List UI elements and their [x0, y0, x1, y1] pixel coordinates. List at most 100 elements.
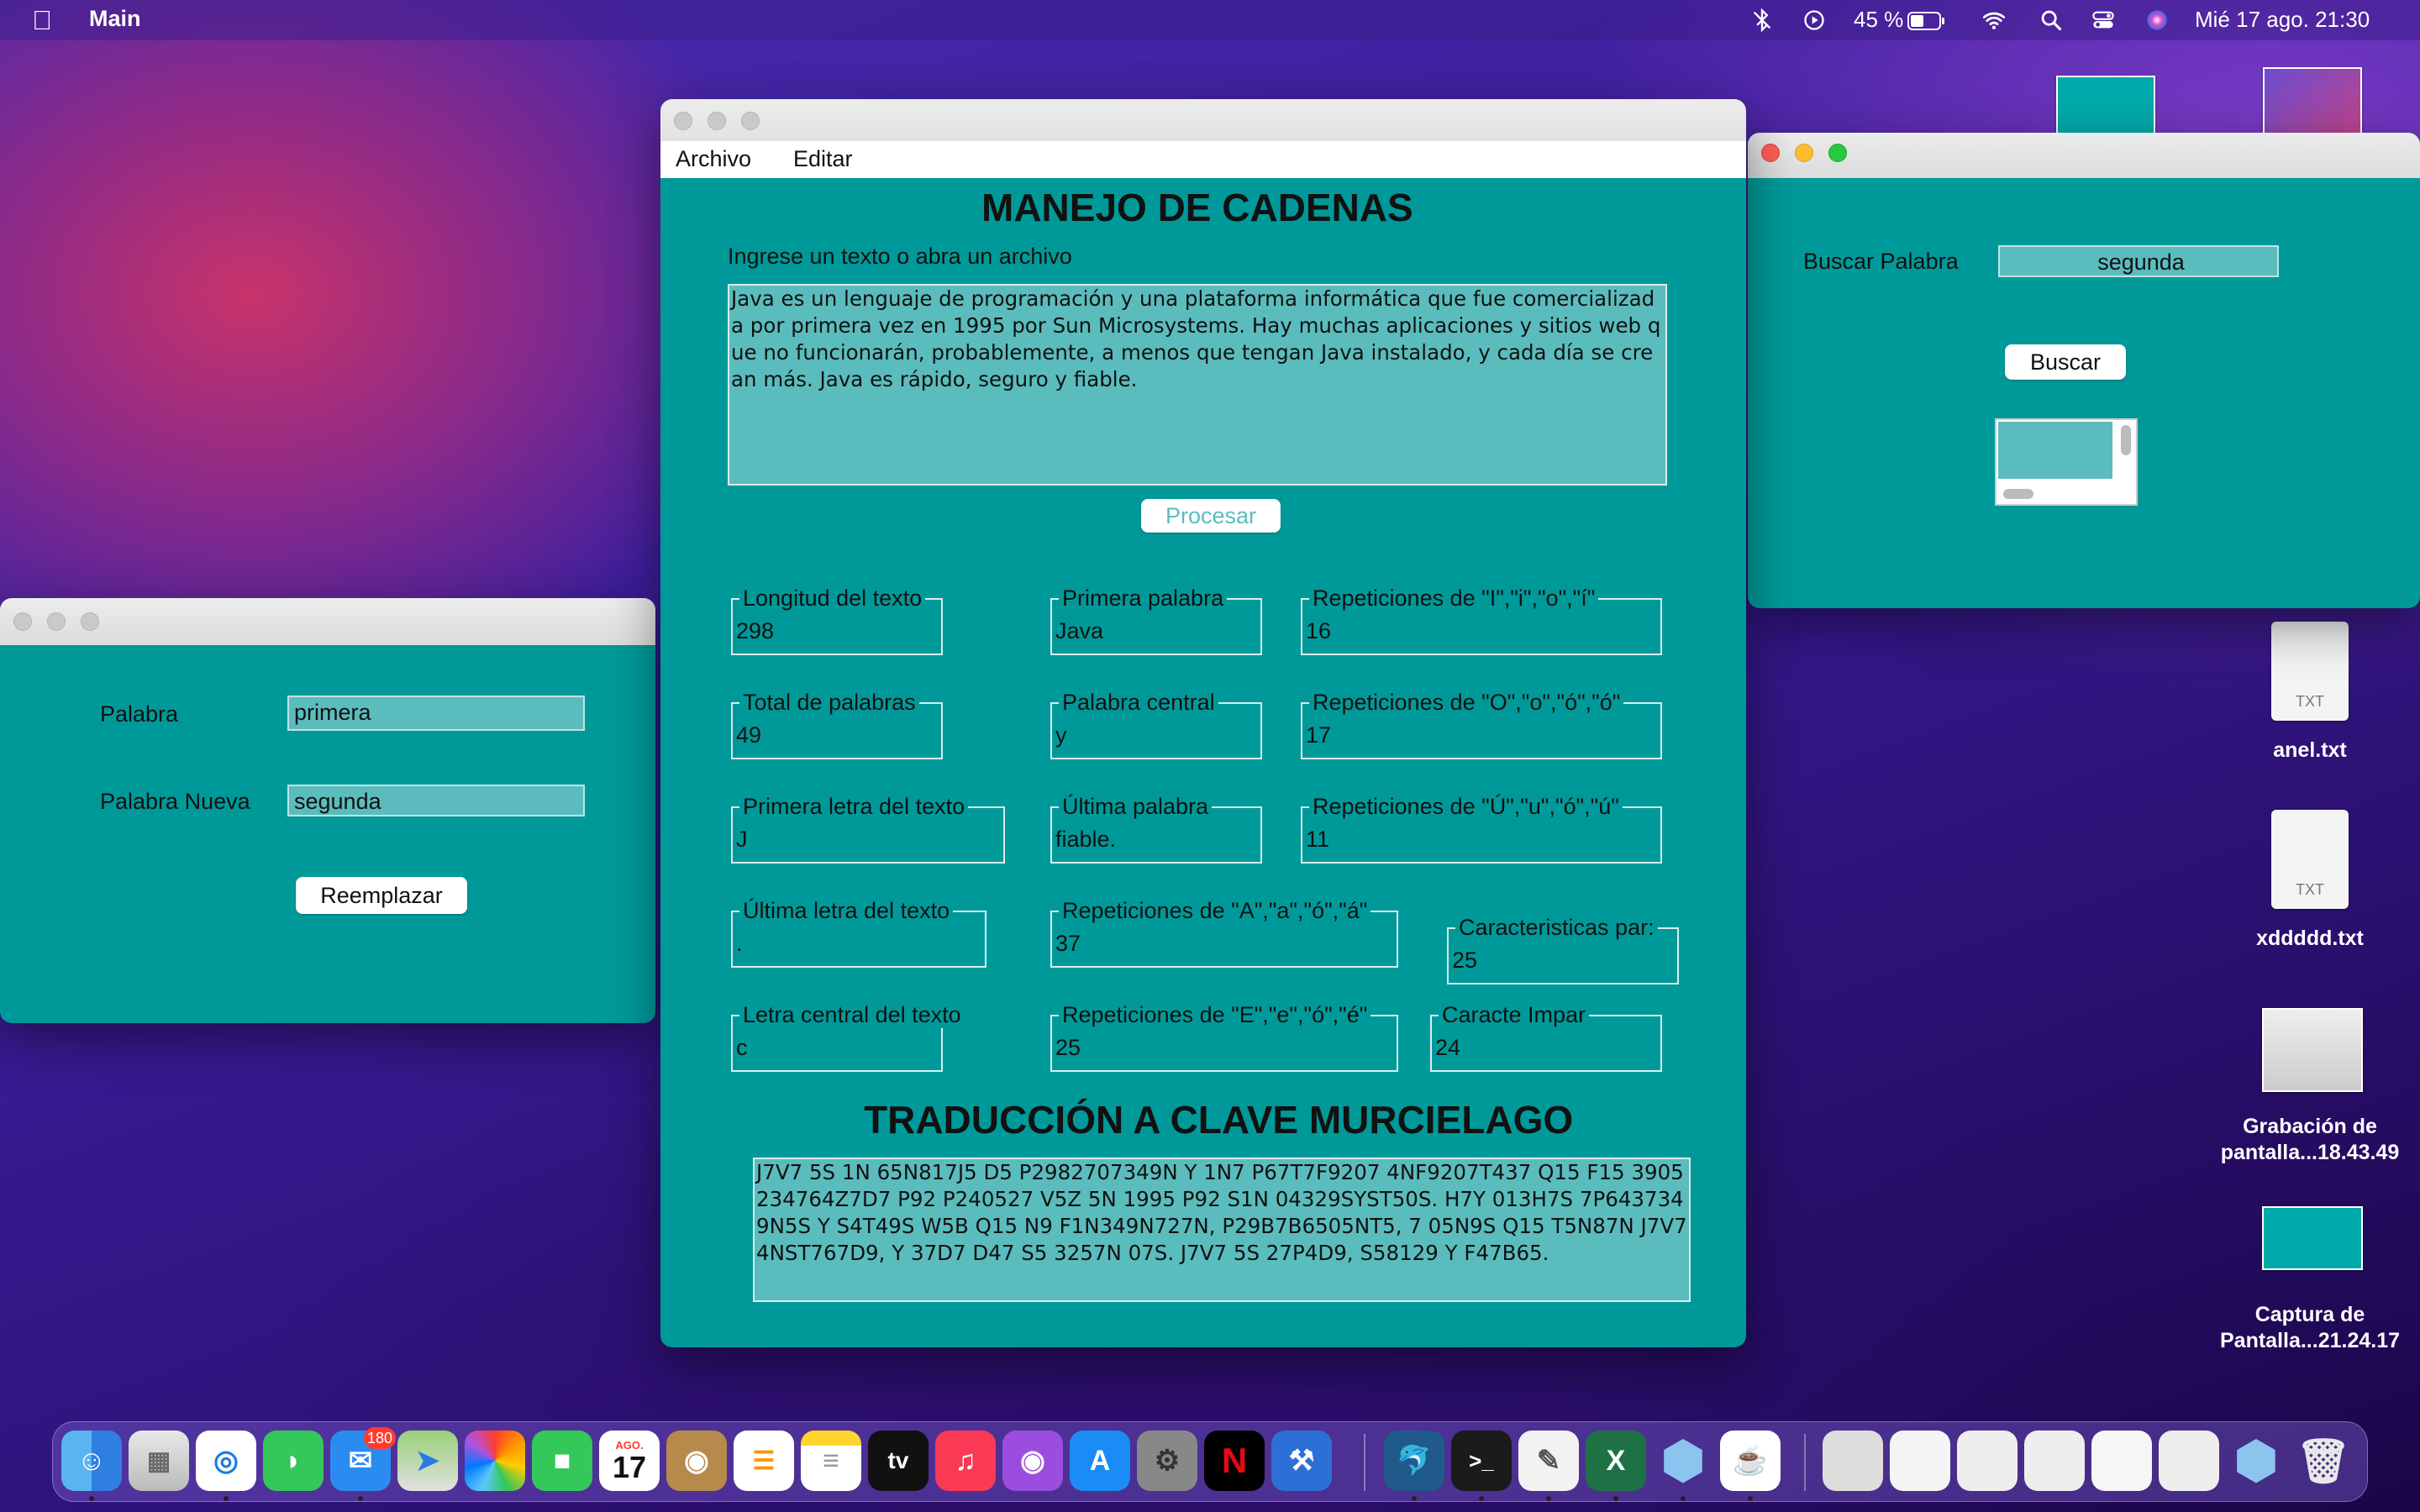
zoom-button[interactable]: [1828, 144, 1847, 162]
wifi-icon[interactable]: [1981, 8, 2007, 32]
replace-button[interactable]: Reemplazar: [296, 877, 467, 914]
stat-a-repetitions: Repeticiones de "A","a","ó","á" 37: [1050, 898, 1398, 968]
process-button[interactable]: Procesar: [1141, 499, 1281, 533]
music-icon[interactable]: ♫: [935, 1431, 996, 1491]
horizontal-scrollbar[interactable]: [2003, 489, 2033, 499]
stat-central-word: Palabra central y: [1050, 690, 1262, 759]
close-button[interactable]: [1761, 144, 1780, 162]
stat-label: Repeticiones de "Ú","u","ó","ú": [1309, 794, 1623, 820]
apple-tv-icon[interactable]: tv: [868, 1431, 929, 1491]
new-word-input[interactable]: segunda: [287, 785, 585, 816]
trash-icon[interactable]: 🗑: [2293, 1431, 2354, 1491]
netbeans-icon[interactable]: ⬢: [1653, 1431, 1713, 1491]
mysql-workbench-icon[interactable]: 🐬: [1384, 1431, 1444, 1491]
clock[interactable]: Mié 17 ago. 21:30: [2195, 7, 2370, 33]
search-window: Buscar Palabra segunda Buscar: [1748, 133, 2420, 608]
translation-textarea[interactable]: J7V7 5S 1N 65N817J5 D5 P2982707349N Y 1N…: [753, 1158, 1691, 1302]
word-input[interactable]: primera: [287, 696, 585, 731]
netbeans-doc-icon[interactable]: ⬢: [2226, 1431, 2286, 1491]
main-window-titlebar[interactable]: [660, 99, 1746, 141]
recent-doc-thumb-icon[interactable]: [2024, 1431, 2085, 1491]
recent-doc-thumb-icon[interactable]: [1890, 1431, 1950, 1491]
now-playing-icon[interactable]: [1802, 8, 1827, 32]
close-button[interactable]: [13, 612, 32, 631]
launchpad-icon[interactable]: ▦: [129, 1431, 189, 1491]
stat-text-length: Longitud del texto 298: [731, 585, 943, 655]
desktop-file-anel-label[interactable]: anel.txt: [2202, 738, 2418, 764]
minimize-button[interactable]: [708, 112, 726, 130]
notes-icon[interactable]: ≡: [801, 1431, 861, 1491]
stat-value: Java: [1055, 618, 1104, 643]
zoom-button[interactable]: [741, 112, 760, 130]
app-store-icon[interactable]: A: [1070, 1431, 1130, 1491]
bluetooth-off-icon[interactable]: [1749, 8, 1775, 32]
stat-label: Repeticiones de "E","e","ó","é": [1059, 1002, 1371, 1028]
terminal-icon[interactable]: >_: [1451, 1431, 1512, 1491]
apple-menu-icon[interactable]: : [32, 5, 52, 36]
screenshot-file-icon[interactable]: [2262, 1206, 2363, 1270]
maps-icon[interactable]: ➤: [397, 1431, 458, 1491]
stat-label: Primera letra del texto: [739, 794, 969, 820]
app-name-menu[interactable]: Main: [89, 6, 141, 32]
video-file-icon[interactable]: [2262, 1008, 2363, 1092]
txt-file-icon[interactable]: TXT: [2271, 622, 2349, 721]
textedit-icon[interactable]: ✎: [1518, 1431, 1579, 1491]
stat-first-word: Primera palabra Java: [1050, 585, 1262, 655]
txt-file-icon[interactable]: TXT: [2271, 810, 2349, 909]
recent-doc-thumb-icon[interactable]: [2159, 1431, 2219, 1491]
siri-icon[interactable]: [2144, 8, 2170, 32]
battery-icon[interactable]: [1907, 11, 1946, 31]
new-word-label: Palabra Nueva: [100, 789, 250, 814]
java-icon[interactable]: ☕: [1720, 1431, 1781, 1491]
desktop-screenshot-thumb-top-2[interactable]: [2263, 67, 2362, 134]
search-window-titlebar[interactable]: [1748, 133, 2420, 178]
netflix-icon[interactable]: N: [1204, 1431, 1265, 1491]
vertical-scrollbar[interactable]: [2121, 425, 2131, 455]
search-button[interactable]: Buscar: [2005, 344, 2126, 380]
xcode-icon[interactable]: ⚒: [1271, 1431, 1332, 1491]
desktop-screenshot-thumb-top-1[interactable]: [2056, 76, 2155, 136]
page-title: MANEJO DE CADENAS: [981, 186, 1413, 229]
input-prompt: Ingrese un texto o abra un archivo: [728, 244, 1072, 269]
recent-doc-thumb-icon[interactable]: [1823, 1431, 1883, 1491]
contacts-icon[interactable]: ◉: [666, 1431, 727, 1491]
desktop-file-xddddd-label[interactable]: xddddd.txt: [2202, 926, 2418, 952]
stat-value: 298: [736, 618, 775, 643]
menu-strip: Archivo Editar: [660, 141, 1746, 178]
facetime-icon[interactable]: ■: [532, 1431, 592, 1491]
word-label: Palabra: [100, 701, 179, 727]
stat-i-repetitions: Repeticiones de "I","i","o","í" 16: [1301, 585, 1662, 655]
finder-icon[interactable]: ☺: [61, 1431, 122, 1491]
minimize-button[interactable]: [47, 612, 66, 631]
calendar-icon[interactable]: AGO. 17: [599, 1431, 660, 1491]
recent-doc-thumb-icon[interactable]: [2091, 1431, 2152, 1491]
podcasts-icon[interactable]: ◉: [1002, 1431, 1063, 1491]
stat-o-repetitions: Repeticiones de "O","o","ó","ó" 17: [1301, 690, 1662, 759]
recent-doc-thumb-icon[interactable]: [1957, 1431, 2018, 1491]
menu-editar[interactable]: Editar: [793, 146, 853, 172]
spotlight-search-icon[interactable]: [2039, 8, 2064, 32]
control-center-icon[interactable]: [2091, 8, 2116, 32]
search-result-area[interactable]: [1998, 422, 2112, 479]
search-result-scrollpane[interactable]: [1995, 418, 2138, 506]
search-word-label: Buscar Palabra: [1803, 249, 1959, 274]
excel-icon[interactable]: X: [1586, 1431, 1646, 1491]
reminders-icon[interactable]: ☰: [734, 1431, 794, 1491]
replace-window-titlebar[interactable]: [0, 598, 655, 645]
system-preferences-icon[interactable]: ⚙: [1137, 1431, 1197, 1491]
stat-last-word: Última palabra fiable.: [1050, 794, 1262, 864]
stat-label: Repeticiones de "O","o","ó","ó": [1309, 690, 1624, 716]
minimize-button[interactable]: [1795, 144, 1813, 162]
search-word-input[interactable]: segunda: [1998, 245, 2279, 277]
stat-value: 24: [1435, 1035, 1461, 1060]
input-textarea[interactable]: Java es un lenguaje de programación y un…: [728, 284, 1667, 486]
stat-e-repetitions: Repeticiones de "E","e","ó","é" 25: [1050, 1002, 1398, 1072]
messages-icon[interactable]: ◗: [263, 1431, 324, 1491]
menu-archivo[interactable]: Archivo: [676, 146, 751, 172]
safari-icon[interactable]: ◎: [196, 1431, 256, 1491]
desktop-file-screenshot-label[interactable]: Captura de Pantalla...21.24.17: [2202, 1302, 2418, 1354]
zoom-button[interactable]: [81, 612, 99, 631]
photos-icon[interactable]: [465, 1431, 525, 1491]
close-button[interactable]: [674, 112, 692, 130]
desktop-file-recording-label[interactable]: Grabación de pantalla...18.43.49: [2202, 1114, 2418, 1166]
